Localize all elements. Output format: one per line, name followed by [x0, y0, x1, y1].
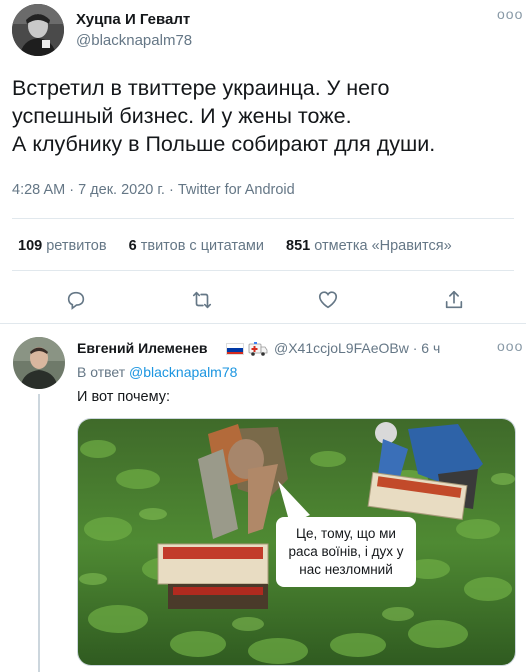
- reply-meta: @X41ccjoL9FAeOBw · 6 ч: [274, 340, 440, 356]
- author-handle[interactable]: @blacknapalm78: [76, 32, 192, 49]
- reply-author-avatar[interactable]: [13, 337, 65, 389]
- in-reply-handle[interactable]: @blacknapalm78: [129, 364, 237, 380]
- retweets-label: ретвитов: [46, 238, 107, 254]
- share-icon[interactable]: [440, 286, 468, 314]
- action-bar: [0, 286, 526, 314]
- reply-image[interactable]: Це, тому, що ми раса воїнів, і дух у нас…: [77, 418, 516, 666]
- reply-author-handle[interactable]: @X41ccjoL9FAeOBw: [274, 340, 409, 356]
- in-reply-prefix: В ответ: [77, 364, 126, 380]
- tweet-date[interactable]: 7 дек. 2020 г.: [78, 182, 165, 198]
- divider: [12, 218, 514, 219]
- reply-author-name[interactable]: Евгений Илеменев: [77, 340, 207, 356]
- tweet-text-line: А клубнику в Польше собирают для души.: [12, 132, 436, 156]
- more-icon[interactable]: ooo: [497, 338, 523, 354]
- image-caption-bubble: Це, тому, що ми раса воїнів, і дух у нас…: [276, 517, 416, 587]
- quotes-stat[interactable]: 6 твитов с цитатами: [129, 238, 264, 254]
- meta-separator: ·: [164, 182, 178, 198]
- main-tweet: Хуцпа И Гевалт @blacknapalm78 ooo Встрет…: [0, 0, 526, 324]
- tweet-text-line: Встретил в твиттере украинца. У него: [12, 76, 390, 100]
- retweets-stat[interactable]: 109 ретвитов: [18, 238, 107, 254]
- thread-line: [38, 394, 40, 672]
- tweet-time[interactable]: 4:28 AM: [12, 182, 65, 198]
- image-caption-line: Це, тому, що ми: [296, 526, 396, 541]
- image-caption-line: нас незломний: [299, 562, 393, 577]
- in-reply-to: В ответ @blacknapalm78: [77, 364, 237, 380]
- reply-time[interactable]: · 6 ч: [413, 340, 441, 356]
- tweet-text-line: успешный бизнес. И у жены тоже.: [12, 104, 352, 128]
- likes-count: 851: [286, 238, 311, 254]
- likes-stat[interactable]: 851 отметка «Нравится»: [286, 238, 452, 254]
- divider: [12, 270, 514, 271]
- tweet-text: Встретил в твиттере украинца. У него усп…: [12, 74, 512, 158]
- quotes-count: 6: [128, 238, 137, 254]
- tweet-source[interactable]: Twitter for Android: [178, 182, 295, 198]
- author-avatar[interactable]: [12, 4, 64, 56]
- likes-label: отметка «Нравится»: [314, 238, 452, 254]
- tweet-meta: 4:28 AM · 7 дек. 2020 г. · Twitter for A…: [12, 182, 295, 198]
- quotes-label: твитов с цитатами: [140, 238, 264, 254]
- retweet-icon[interactable]: [188, 286, 216, 314]
- retweets-count: 109: [18, 238, 43, 254]
- russia-flag-icon: [226, 343, 244, 355]
- like-icon[interactable]: [314, 286, 342, 314]
- meta-separator: ·: [65, 182, 79, 198]
- reply-text: И вот почему:: [77, 389, 171, 405]
- ambulance-icon: [248, 341, 268, 357]
- image-caption-line: раса воїнів, і дух у: [288, 544, 404, 559]
- reply-icon[interactable]: [62, 286, 90, 314]
- more-icon[interactable]: ooo: [497, 6, 523, 22]
- tweet-stats: 109 ретвитов 6 твитов с цитатами 851 отм…: [18, 238, 470, 254]
- author-name[interactable]: Хуцпа И Гевалт: [76, 11, 190, 28]
